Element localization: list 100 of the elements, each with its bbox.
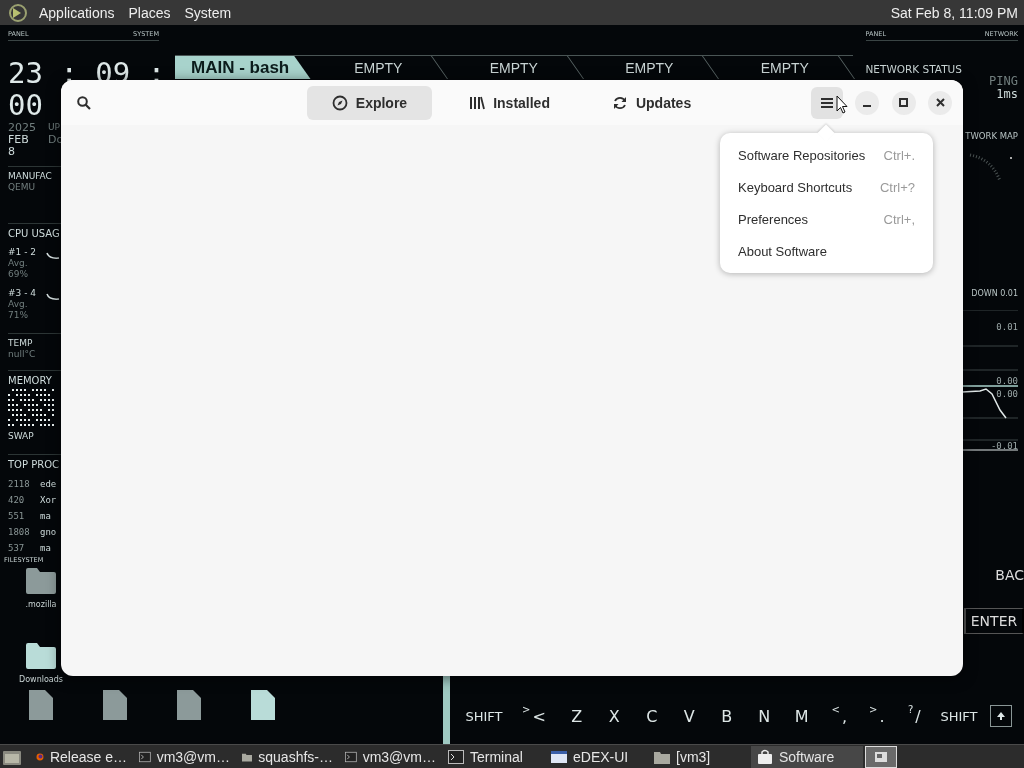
file-icon[interactable] bbox=[27, 688, 55, 722]
shopping-bag-icon bbox=[757, 748, 773, 765]
menu-item[interactable]: Keyboard Shortcuts Ctrl+? bbox=[720, 171, 933, 203]
clock[interactable]: Sat Feb 8, 11:09 PM bbox=[890, 4, 1018, 21]
file-name[interactable]: Downloads bbox=[19, 675, 63, 684]
temp-value: null°C bbox=[8, 349, 37, 360]
taskbar-item[interactable]: Software bbox=[751, 745, 863, 768]
library-icon bbox=[469, 94, 486, 111]
folder-icon[interactable] bbox=[24, 641, 58, 671]
avg-label: Avg. bbox=[8, 258, 29, 269]
temp-label: TEMP bbox=[8, 338, 34, 349]
process-id: 420 bbox=[8, 494, 26, 507]
taskbar-item[interactable]: Release e… bbox=[30, 745, 133, 768]
taskbar-item[interactable]: [vm3] bbox=[648, 745, 751, 768]
menu-item[interactable]: Preferences Ctrl+, bbox=[720, 203, 933, 235]
taskbar-item[interactable]: squashfs-… bbox=[236, 745, 339, 768]
keyboard-key[interactable]: B bbox=[708, 702, 746, 730]
keyboard-key[interactable]: C bbox=[633, 702, 671, 730]
process-name: Xor bbox=[40, 494, 57, 507]
keyboard-key[interactable]: <, bbox=[820, 702, 858, 730]
terminal-tab[interactable]: MAIN - bash bbox=[175, 56, 311, 79]
terminal-tab[interactable]: EMPTY bbox=[310, 56, 446, 79]
process-name: ma bbox=[40, 510, 51, 523]
keyboard-key[interactable]: >. bbox=[858, 702, 896, 730]
section-label: MANUFAC bbox=[8, 171, 53, 182]
cpu-core-label: #3 - 4 bbox=[8, 288, 37, 299]
section-title: MEMORY bbox=[8, 375, 53, 386]
axis-label: 0.00 bbox=[996, 376, 1018, 386]
process-name: ma bbox=[40, 542, 51, 555]
workspace-switcher[interactable] bbox=[865, 745, 897, 768]
folder-icon[interactable] bbox=[24, 566, 58, 596]
avg-value: 71% bbox=[8, 310, 29, 321]
minimize-button[interactable] bbox=[855, 90, 879, 115]
keyboard-key[interactable]: SHIFT bbox=[933, 702, 985, 730]
terminal-tab[interactable]: EMPTY bbox=[446, 56, 582, 79]
swap-label: SWAP bbox=[8, 431, 35, 442]
menu-item[interactable]: Places bbox=[121, 4, 178, 21]
keyboard-key[interactable]: >< bbox=[510, 702, 558, 730]
maximize-icon bbox=[899, 98, 908, 107]
folder-icon bbox=[654, 749, 670, 764]
clock-time: 00 bbox=[8, 92, 43, 118]
avg-value: 69% bbox=[8, 269, 29, 280]
taskbar-item[interactable]: vm3@vm… bbox=[339, 745, 442, 768]
keyboard-key[interactable]: M bbox=[783, 702, 821, 730]
terminal-tab[interactable]: EMPTY bbox=[581, 56, 717, 79]
section-title: TOP PROC bbox=[8, 459, 61, 470]
memory-dots-drawing bbox=[8, 389, 56, 427]
process-name: ede bbox=[40, 478, 57, 491]
year-label: 2025 bbox=[8, 122, 37, 134]
view-tab[interactable]: Explore bbox=[306, 85, 433, 120]
axis-label: 0.01 bbox=[996, 322, 1018, 332]
pointer-icon bbox=[836, 95, 848, 114]
close-button[interactable] bbox=[928, 90, 952, 115]
shortcut-label: Ctrl+. bbox=[883, 147, 915, 163]
process-id: 537 bbox=[8, 542, 26, 555]
ping-label: PING bbox=[989, 75, 1018, 88]
view-tab[interactable]: Installed bbox=[444, 85, 575, 120]
arrow-key[interactable] bbox=[990, 705, 1012, 727]
file-name[interactable]: .mozilla bbox=[25, 600, 57, 609]
menu-icon bbox=[820, 97, 833, 108]
uptime-label: UP bbox=[48, 122, 61, 134]
day-label: 8 bbox=[8, 146, 16, 158]
workspace-icon bbox=[875, 751, 887, 762]
cpu-graph-drawing bbox=[46, 292, 60, 302]
keyboard-key[interactable]: N bbox=[745, 702, 783, 730]
compass-icon bbox=[331, 94, 348, 111]
window-icon bbox=[551, 749, 567, 764]
view-tab[interactable]: Updates bbox=[586, 85, 717, 120]
menu-item[interactable]: Software Repositories Ctrl+. bbox=[720, 139, 933, 171]
menu-item[interactable]: About Software bbox=[720, 235, 933, 267]
file-icon[interactable] bbox=[101, 688, 129, 722]
keyboard-key[interactable]: X bbox=[595, 702, 633, 730]
taskbar-item[interactable]: eDEX-UI bbox=[545, 745, 648, 768]
section-title: TWORK MAP bbox=[965, 131, 1018, 141]
keyboard-key[interactable]: SHIFT bbox=[458, 702, 510, 730]
keyboard-key[interactable]: BAC bbox=[995, 568, 1024, 582]
terminal-icon bbox=[448, 749, 464, 764]
section-title: NETWORK STATUS bbox=[865, 63, 962, 75]
traffic-label: DOWN 0.01 bbox=[971, 289, 1018, 298]
taskbar-item[interactable]: vm3@vm… bbox=[133, 745, 236, 768]
keyboard-key[interactable]: Z bbox=[558, 702, 596, 730]
minimize-icon bbox=[863, 104, 871, 107]
process-id: 551 bbox=[8, 510, 26, 523]
section-title: CPU USAG bbox=[8, 228, 61, 239]
keyboard-key[interactable]: ?/ bbox=[895, 702, 933, 730]
manufacturer-value: QEMU bbox=[8, 182, 37, 193]
menu-item[interactable]: System bbox=[177, 4, 239, 21]
axis-label: -0.01 bbox=[990, 441, 1018, 451]
shortcut-label: Ctrl+? bbox=[879, 179, 915, 195]
taskbar-item[interactable]: Terminal bbox=[442, 745, 545, 768]
axis-label: 0.00 bbox=[996, 389, 1018, 399]
logo-icon[interactable] bbox=[8, 2, 28, 23]
file-icon[interactable] bbox=[175, 688, 203, 722]
maximize-button[interactable] bbox=[891, 90, 916, 115]
file-icon[interactable] bbox=[249, 688, 277, 722]
keyboard-key[interactable]: V bbox=[670, 702, 708, 730]
terminal-tab[interactable]: EMPTY bbox=[717, 56, 853, 79]
menu-item[interactable]: Applications bbox=[32, 4, 122, 21]
terminal-icon bbox=[139, 749, 151, 764]
process-name: gno bbox=[40, 526, 57, 539]
